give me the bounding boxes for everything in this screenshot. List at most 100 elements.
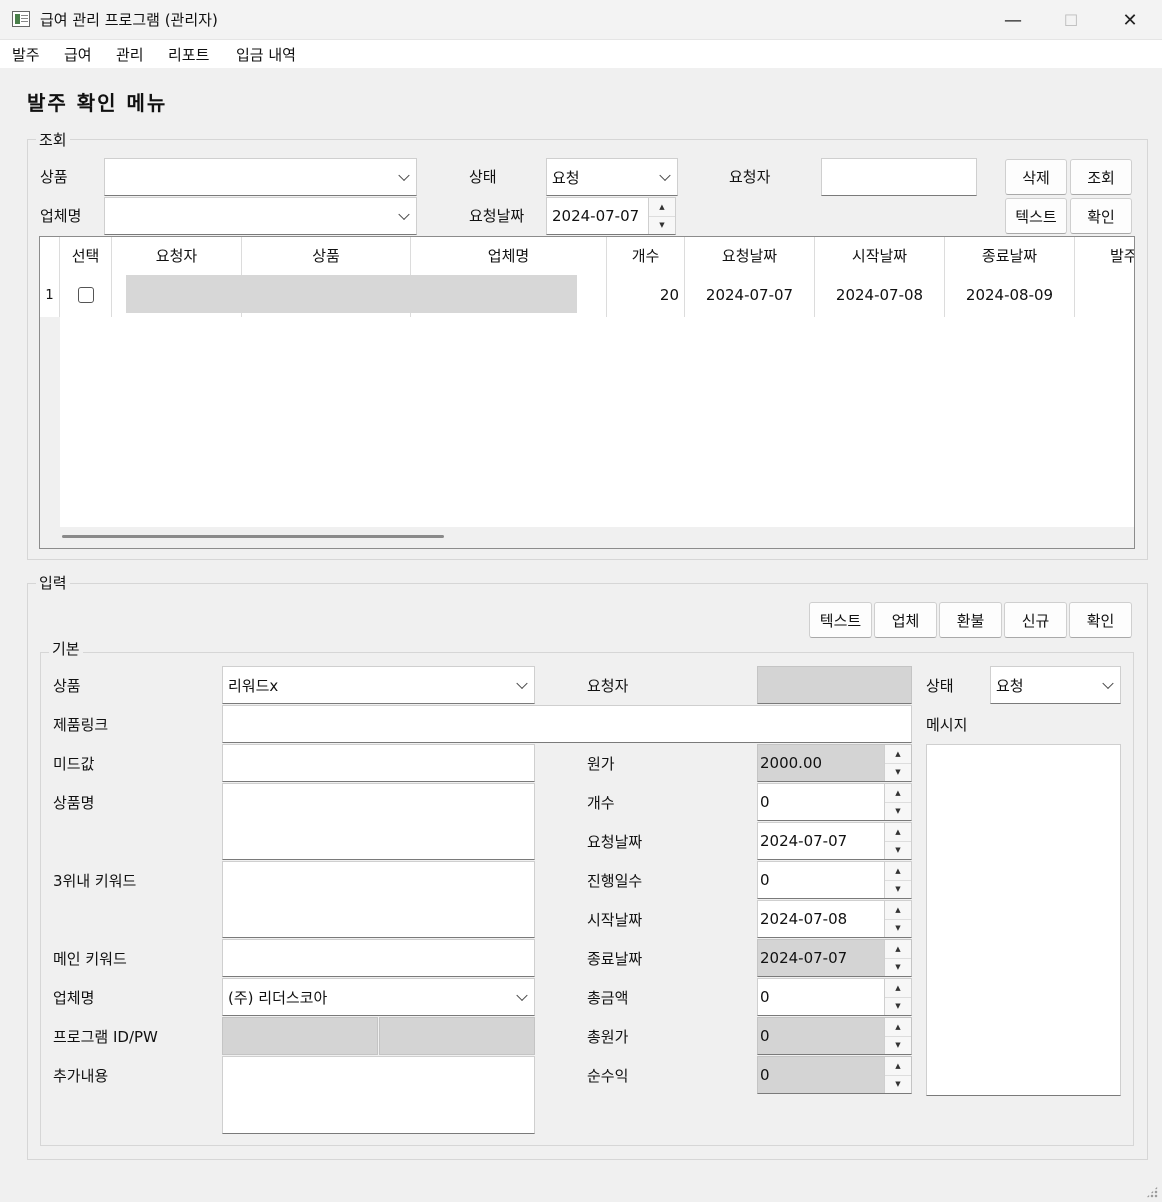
days-spinner[interactable]: ▲ ▼: [884, 862, 911, 898]
arrow-up-icon[interactable]: ▲: [885, 784, 911, 803]
search-reqdate-spinner[interactable]: ▲ ▼: [648, 198, 675, 234]
row-header-strip: [40, 317, 60, 527]
arrow-down-icon[interactable]: ▼: [885, 997, 911, 1015]
col-count[interactable]: 개수: [607, 237, 685, 273]
end-input[interactable]: 2024-07-07 ▲ ▼: [757, 939, 912, 977]
reqdate-input[interactable]: 2024-07-07 ▲ ▼: [757, 822, 912, 860]
col-product[interactable]: 상품: [242, 237, 411, 273]
requester-input[interactable]: [757, 666, 912, 704]
search-status-combo[interactable]: 요청: [546, 158, 678, 196]
col-reqdate[interactable]: 요청날짜: [685, 237, 815, 273]
search-reqdate-input[interactable]: 2024-07-07 ▲ ▼: [546, 197, 676, 235]
start-label: 시작날짜: [587, 911, 643, 929]
arrow-down-icon[interactable]: ▼: [885, 1036, 911, 1054]
count-spinner[interactable]: ▲ ▼: [884, 784, 911, 820]
hscroll-thumb[interactable]: [62, 535, 444, 538]
minimize-button[interactable]: —: [984, 0, 1042, 40]
col-vendor[interactable]: 업체명: [411, 237, 607, 273]
vendor-combo[interactable]: (주) 리더스코아: [222, 978, 535, 1016]
program-id-input[interactable]: [222, 1017, 378, 1055]
total-input[interactable]: 0 ▲ ▼: [757, 978, 912, 1016]
arrow-up-icon[interactable]: ▲: [885, 745, 911, 764]
arrow-up-icon[interactable]: ▲: [885, 1057, 911, 1076]
arrow-down-icon[interactable]: ▼: [885, 919, 911, 937]
col-requester[interactable]: 요청자: [112, 237, 242, 273]
row-end[interactable]: 2024-08-09: [945, 273, 1075, 317]
input-text-button[interactable]: 텍스트: [809, 602, 872, 638]
net-input[interactable]: 0 ▲ ▼: [757, 1056, 912, 1094]
new-button[interactable]: 신규: [1004, 602, 1067, 638]
row-count[interactable]: 20: [607, 273, 685, 317]
chevron-down-icon: [516, 677, 528, 690]
product-combo[interactable]: 리워드x: [222, 666, 535, 704]
kw3-textarea[interactable]: [222, 861, 535, 938]
delete-button[interactable]: 삭제: [1005, 159, 1067, 195]
order-grid[interactable]: 선택 요청자 상품 업체명 개수 요청날짜 시작날짜 종료날짜 발주 1 20 …: [39, 236, 1135, 549]
status-combo[interactable]: 요청: [990, 666, 1121, 704]
menu-order[interactable]: 발주: [12, 44, 40, 65]
net-spinner[interactable]: ▲ ▼: [884, 1057, 911, 1093]
arrow-down-icon[interactable]: ▼: [885, 880, 911, 898]
col-end[interactable]: 종료날짜: [945, 237, 1075, 273]
row-select-checkbox[interactable]: [77, 287, 94, 303]
days-input[interactable]: 0 ▲ ▼: [757, 861, 912, 899]
reqdate-spinner[interactable]: ▲ ▼: [884, 823, 911, 859]
cost-spinner[interactable]: ▲ ▼: [884, 745, 911, 781]
input-confirm-button[interactable]: 확인: [1069, 602, 1132, 638]
row-reqdate[interactable]: 2024-07-07: [685, 273, 815, 317]
search-status-label: 상태: [469, 168, 497, 186]
search-confirm-button[interactable]: 확인: [1070, 198, 1132, 234]
col-select[interactable]: 선택: [60, 237, 112, 273]
close-button[interactable]: ✕: [1101, 0, 1159, 40]
message-textarea[interactable]: [926, 744, 1121, 1096]
status-label: 상태: [926, 677, 954, 695]
arrow-up-icon[interactable]: ▲: [649, 198, 675, 217]
query-button[interactable]: 조회: [1070, 159, 1132, 195]
search-vendor-combo[interactable]: [104, 197, 417, 235]
menu-report[interactable]: 리포트: [168, 44, 209, 65]
total-spinner[interactable]: ▲ ▼: [884, 979, 911, 1015]
reqdate-value: 2024-07-07: [760, 832, 848, 850]
vendor-button[interactable]: 업체: [874, 602, 937, 638]
row-index[interactable]: 1: [40, 273, 60, 317]
arrow-down-icon[interactable]: ▼: [649, 216, 675, 234]
menu-deposit[interactable]: 입금 내역: [236, 44, 296, 65]
menu-manage[interactable]: 관리: [116, 44, 144, 65]
col-start[interactable]: 시작날짜: [815, 237, 945, 273]
cost-input[interactable]: 2000.00 ▲ ▼: [757, 744, 912, 782]
count-input[interactable]: 0 ▲ ▼: [757, 783, 912, 821]
mainkw-input[interactable]: [222, 939, 535, 977]
row-order[interactable]: [1075, 273, 1134, 317]
menu-salary[interactable]: 급여: [64, 44, 92, 65]
arrow-up-icon[interactable]: ▲: [885, 1018, 911, 1037]
arrow-up-icon[interactable]: ▲: [885, 901, 911, 920]
pname-textarea[interactable]: [222, 783, 535, 860]
resize-grip-icon[interactable]: [1146, 1186, 1158, 1198]
arrow-up-icon[interactable]: ▲: [885, 979, 911, 998]
search-text-button[interactable]: 텍스트: [1005, 198, 1067, 234]
arrow-down-icon[interactable]: ▼: [885, 763, 911, 781]
arrow-down-icon[interactable]: ▼: [885, 802, 911, 820]
mid-input[interactable]: [222, 744, 535, 782]
start-spinner[interactable]: ▲ ▼: [884, 901, 911, 937]
arrow-down-icon[interactable]: ▼: [885, 958, 911, 976]
hscroll-track[interactable]: [40, 527, 1134, 548]
row-start[interactable]: 2024-07-08: [815, 273, 945, 317]
extra-textarea[interactable]: [222, 1056, 535, 1134]
arrow-up-icon[interactable]: ▲: [885, 862, 911, 881]
arrow-down-icon[interactable]: ▼: [885, 841, 911, 859]
arrow-down-icon[interactable]: ▼: [885, 1075, 911, 1093]
start-input[interactable]: 2024-07-08 ▲ ▼: [757, 900, 912, 938]
arrow-up-icon[interactable]: ▲: [885, 940, 911, 959]
col-order[interactable]: 발주: [1075, 237, 1134, 273]
search-product-combo[interactable]: [104, 158, 417, 196]
maximize-button[interactable]: ☐: [1042, 0, 1100, 40]
refund-button[interactable]: 환불: [939, 602, 1002, 638]
totalcost-spinner[interactable]: ▲ ▼: [884, 1018, 911, 1054]
link-input[interactable]: [222, 705, 912, 743]
arrow-up-icon[interactable]: ▲: [885, 823, 911, 842]
program-pw-input[interactable]: [379, 1017, 535, 1055]
search-requester-input[interactable]: [821, 158, 977, 196]
end-spinner[interactable]: ▲ ▼: [884, 940, 911, 976]
totalcost-input[interactable]: 0 ▲ ▼: [757, 1017, 912, 1055]
